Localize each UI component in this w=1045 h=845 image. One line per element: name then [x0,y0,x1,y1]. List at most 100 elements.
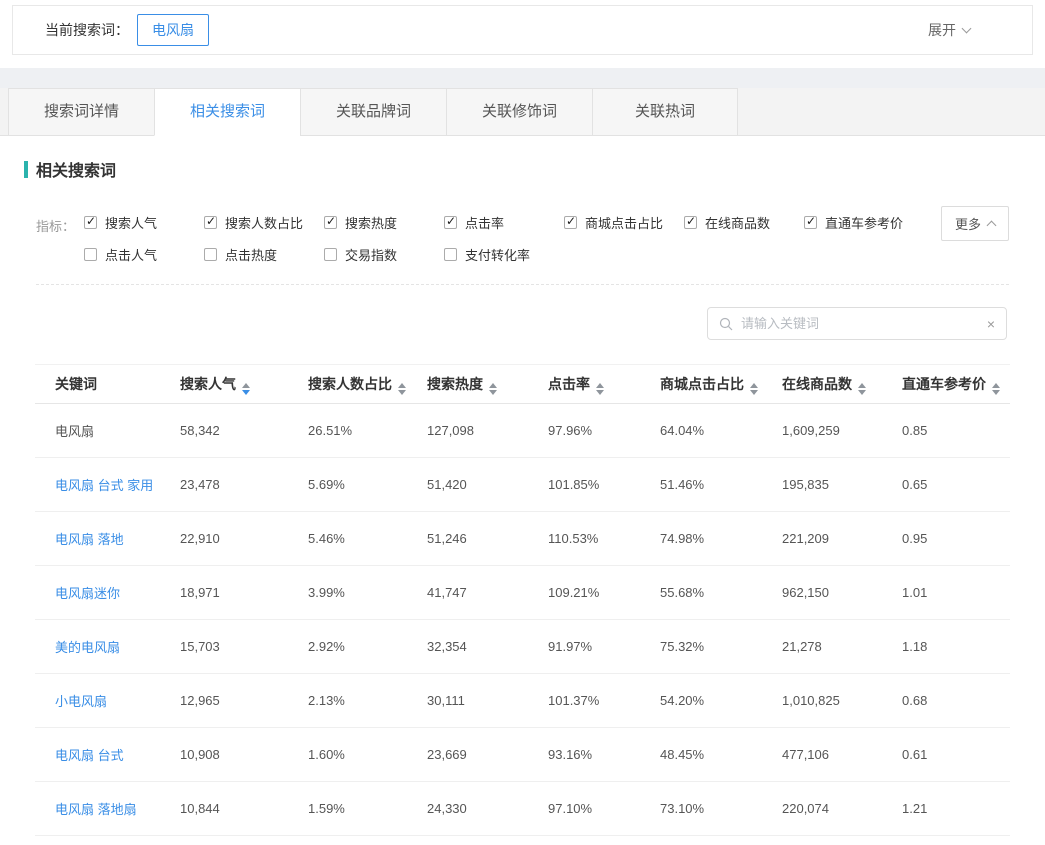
cell-searcher-share: 1.60% [308,728,427,782]
column-header-keyword: 关键词 [35,365,180,404]
sort-icon[interactable] [992,383,1000,395]
metric-checkbox[interactable]: 点击率 [444,213,564,232]
sort-icon[interactable] [398,383,406,395]
checkbox-icon[interactable] [684,216,697,229]
section-header: 相关搜索词 [0,136,1045,181]
keyword-link[interactable]: 美的电风扇 [35,620,180,674]
keyword-link[interactable]: 电风扇 落地 [35,512,180,566]
metric-checkbox[interactable]: 点击人气 [84,245,204,264]
column-header-online-products: 在线商品数 [782,365,902,404]
table-row: 电风扇 58,342 26.51% 127,098 97.96% 64.04% … [35,404,1010,458]
checkbox-icon[interactable] [204,248,217,261]
cell-ctr: 101.85% [548,458,660,512]
chevron-up-icon [987,221,997,231]
checkbox-icon[interactable] [804,216,817,229]
metric-label: 在线商品数 [705,213,770,232]
keyword-link[interactable]: 电风扇 落地扇 [35,782,180,836]
search-icon [719,317,733,331]
column-header-mall-click-share: 商城点击占比 [660,365,782,404]
more-button[interactable]: 更多 [941,206,1009,241]
cell-search-popularity: 10,908 [180,728,308,782]
cell-mall-click-share: 55.68% [660,566,782,620]
cell-online-products: 477,106 [782,728,902,782]
sort-icon[interactable] [242,383,250,395]
metric-checkbox[interactable]: 搜索人气 [84,213,204,232]
cell-online-products: 962,150 [782,566,902,620]
keyword-search-input[interactable] [741,316,979,331]
metric-label: 搜索热度 [345,213,397,232]
column-header-searcher-share: 搜索人数占比 [308,365,427,404]
cell-searcher-share: 5.46% [308,512,427,566]
cell-search-heat: 23,669 [427,728,548,782]
cell-search-heat: 127,098 [427,404,548,458]
cell-mall-click-share: 74.98% [660,512,782,566]
checkbox-icon[interactable] [84,216,97,229]
cell-search-heat: 51,246 [427,512,548,566]
keyword-link[interactable]: 电风扇 台式 家用 [35,458,180,512]
tab-bar: 搜索词详情 相关搜索词 关联品牌词 关联修饰词 关联热词 [0,88,1045,136]
cell-ctr: 93.16% [548,728,660,782]
cell-ctr: 97.10% [548,782,660,836]
metrics-row-2: 点击人气 点击热度 交易指数 支付转化率 [84,245,1009,264]
metric-label: 直通车参考价 [825,213,903,232]
tab-search-term-detail[interactable]: 搜索词详情 [8,88,154,136]
cell-search-popularity: 10,844 [180,782,308,836]
cell-searcher-share: 26.51% [308,404,427,458]
metric-checkbox[interactable]: 搜索人数占比 [204,213,324,232]
metric-checkbox[interactable]: 支付转化率 [444,245,564,264]
checkbox-icon[interactable] [324,248,337,261]
current-search-term-label: 当前搜索词： [45,20,129,40]
cell-search-heat: 32,354 [427,620,548,674]
cell-mall-click-share: 54.20% [660,674,782,728]
clear-icon[interactable]: × [987,317,995,331]
cell-ztc-ref-price: 0.61 [902,728,1010,782]
table-row: 美的电风扇 15,703 2.92% 32,354 91.97% 75.32% … [35,620,1010,674]
tab-related-modifier-terms[interactable]: 关联修饰词 [446,88,592,136]
metric-checkbox[interactable]: 点击热度 [204,245,324,264]
cell-search-popularity: 23,478 [180,458,308,512]
cell-mall-click-share: 64.04% [660,404,782,458]
expand-toggle[interactable]: 展开 [928,20,970,40]
column-header-ctr: 点击率 [548,365,660,404]
cell-search-popularity: 58,342 [180,404,308,458]
keyword-link[interactable]: 电风扇 台式 [35,728,180,782]
keyword-search-box: × [707,307,1007,340]
sort-icon[interactable] [489,383,497,395]
checkbox-icon[interactable] [444,216,457,229]
metric-label: 点击人气 [105,245,157,264]
cell-ztc-ref-price: 0.68 [902,674,1010,728]
metric-checkbox[interactable]: 直通车参考价 [804,213,924,232]
column-header-search-heat: 搜索热度 [427,365,548,404]
metric-checkbox[interactable]: 在线商品数 [684,213,804,232]
sort-icon[interactable] [750,383,758,395]
sort-icon[interactable] [858,383,866,395]
metric-label: 点击热度 [225,245,277,264]
keyword-link[interactable]: 小电风扇 [35,674,180,728]
cell-ztc-ref-price: 0.85 [902,404,1010,458]
expand-label: 展开 [928,20,956,40]
metric-label: 点击率 [465,213,504,232]
metric-checkbox[interactable]: 交易指数 [324,245,444,264]
more-label: 更多 [955,214,981,233]
metric-checkbox[interactable]: 商城点击占比 [564,213,684,232]
related-search-terms-table: 关键词 搜索人气 搜索人数占比 搜索热度 点击率 商城点击占比 在线商品数 直通… [35,364,1010,836]
checkbox-icon[interactable] [444,248,457,261]
table-row: 电风扇 落地扇 10,844 1.59% 24,330 97.10% 73.10… [35,782,1010,836]
cell-search-heat: 30,111 [427,674,548,728]
sort-icon[interactable] [596,383,604,395]
cell-online-products: 1,609,259 [782,404,902,458]
metric-checkbox[interactable]: 搜索热度 [324,213,444,232]
checkbox-icon[interactable] [564,216,577,229]
checkbox-icon[interactable] [84,248,97,261]
checkbox-icon[interactable] [324,216,337,229]
tab-related-search-terms[interactable]: 相关搜索词 [154,88,300,136]
column-header-ztc-ref-price: 直通车参考价 [902,365,1010,404]
keyword-link[interactable]: 电风扇迷你 [35,566,180,620]
current-keyword-tag[interactable]: 电风扇 [137,14,209,46]
tab-related-brand-terms[interactable]: 关联品牌词 [300,88,446,136]
table-row: 电风扇 落地 22,910 5.46% 51,246 110.53% 74.98… [35,512,1010,566]
cell-search-popularity: 15,703 [180,620,308,674]
checkbox-icon[interactable] [204,216,217,229]
tab-related-hot-terms[interactable]: 关联热词 [592,88,738,136]
metric-label: 搜索人数占比 [225,213,303,232]
